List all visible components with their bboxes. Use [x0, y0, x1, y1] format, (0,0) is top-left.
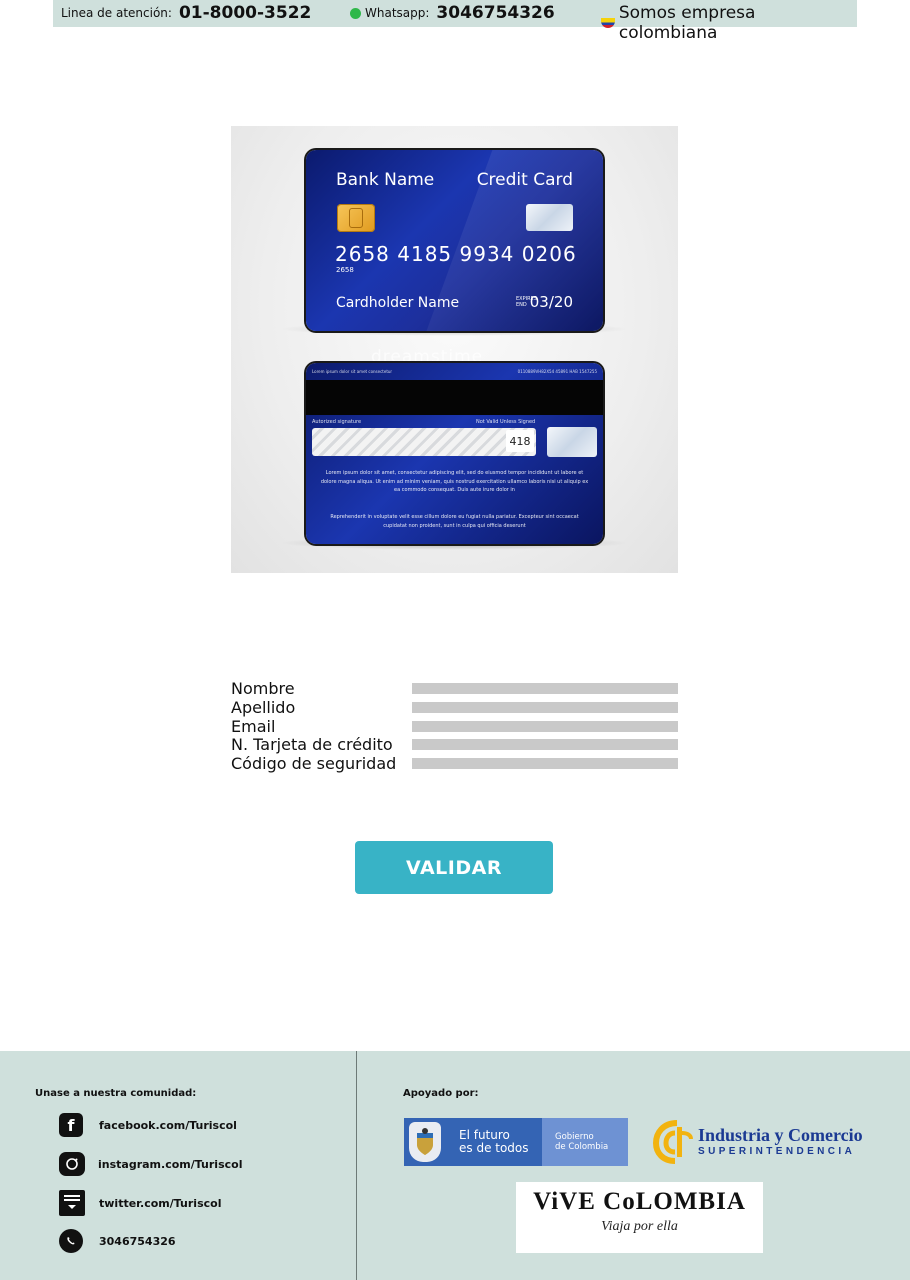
company-note: Somos empresa colombiana	[601, 3, 857, 43]
community-heading: Unase a nuestra comunidad:	[35, 1088, 197, 1099]
form-row-card-number: N. Tarjeta de crédito	[231, 736, 678, 755]
bank-name: Bank Name	[336, 170, 435, 190]
social-facebook[interactable]: f facebook.com/Turiscol	[59, 1113, 237, 1137]
form-row-apellido: Apellido	[231, 697, 678, 718]
form-row-nombre: Nombre	[231, 680, 678, 699]
card-number: 2658 4185 9934 0206	[335, 242, 577, 266]
cardholder-name: Cardholder Name	[336, 295, 460, 311]
whatsapp-icon	[59, 1229, 83, 1253]
hologram-icon-back	[547, 427, 597, 457]
card-front: Bank Name Credit Card 2658 4185 9934 020…	[306, 150, 603, 331]
security-code-label: Código de seguridad	[231, 754, 397, 773]
twitter-icon	[59, 1190, 85, 1216]
footer: Unase a nuestra comunidad: f facebook.co…	[0, 1051, 910, 1280]
form-row-email: Email	[231, 716, 678, 737]
email-input[interactable]	[412, 720, 678, 732]
card-number-label: N. Tarjeta de crédito	[231, 735, 393, 755]
whatsapp-contact: Whatsapp: 3046754326	[350, 3, 555, 23]
vive-subtitle: Viaja por ella	[601, 1219, 678, 1234]
card-small-number: 2658	[336, 266, 354, 274]
not-valid-label: Not Valid Unless Signed	[476, 419, 536, 425]
social-instagram[interactable]: instagram.com/Turiscol	[59, 1152, 242, 1176]
legal-text: Lorem ipsum dolor sit amet, consectetur …	[320, 470, 589, 493]
gov-logo-line2: es de todos	[459, 1141, 529, 1155]
chip-icon	[337, 204, 375, 232]
whatsapp-footer-number[interactable]: 3046754326	[99, 1235, 176, 1248]
gov-logo-line4: de Colombia	[555, 1142, 609, 1152]
card-number-input[interactable]	[412, 739, 678, 751]
signature-label: Autorized signature	[312, 419, 362, 425]
nombre-label: Nombre	[231, 679, 295, 698]
superintendencia-logo: Industria y Comercio SUPERINTENDENCIA	[652, 1119, 863, 1164]
apellido-input[interactable]	[412, 701, 678, 713]
back-top-right-text: 0110889VH82X54 45891 HAB 1547255	[517, 369, 597, 374]
form-row-security-code: Código de seguridad	[231, 755, 678, 774]
sic-title: Industria y Comercio	[698, 1124, 863, 1145]
facebook-link[interactable]: facebook.com/Turiscol	[99, 1119, 237, 1132]
vive-colombia-logo: ViVE CoLOMBIA Viaja por ella	[516, 1182, 763, 1253]
support-line-label: Linea de atención:	[61, 6, 172, 20]
top-bar: Linea de atención: 01-8000-3522 Whatsapp…	[53, 0, 857, 43]
gobierno-colombia-logo: El futuro es de todos Gobierno de Colomb…	[404, 1118, 628, 1166]
whatsapp-number[interactable]: 3046754326	[436, 3, 554, 23]
sic-subtitle: SUPERINTENDENCIA	[698, 1145, 856, 1157]
apellido-label: Apellido	[231, 697, 296, 717]
footer-divider	[356, 1051, 357, 1280]
card-back: Lorem ipsum dolor sit amet consectetur 0…	[306, 363, 603, 544]
validar-button[interactable]: VALIDAR	[355, 841, 553, 894]
whatsapp-icon	[350, 7, 361, 19]
nombre-input[interactable]	[412, 683, 678, 694]
card-expiry: 03/20	[529, 293, 573, 311]
gov-logo-line3: Gobierno	[555, 1132, 594, 1142]
support-line-number[interactable]: 01-8000-3522	[179, 3, 311, 23]
instagram-icon	[59, 1152, 85, 1176]
colombia-flag-icon	[601, 18, 615, 28]
facebook-icon: f	[59, 1113, 83, 1137]
security-code-input[interactable]	[412, 758, 678, 769]
instagram-link[interactable]: instagram.com/Turiscol	[98, 1158, 242, 1171]
support-heading: Apoyado por:	[403, 1088, 479, 1099]
card-type: Credit Card	[476, 170, 573, 190]
credit-card-image: Bank Name Credit Card 2658 4185 9934 020…	[231, 126, 678, 573]
social-whatsapp[interactable]: 3046754326	[59, 1229, 176, 1253]
email-label: Email	[231, 716, 276, 736]
cvv-box: 418	[506, 430, 534, 452]
twitter-link[interactable]: twitter.com/Turiscol	[99, 1197, 221, 1210]
payment-form: Nombre Apellido Email N. Tarjeta de créd…	[231, 680, 678, 774]
social-twitter[interactable]: twitter.com/Turiscol	[59, 1190, 221, 1216]
vive-title: ViVE CoLOMBIA	[533, 1188, 746, 1215]
whatsapp-label: Whatsapp:	[365, 6, 430, 20]
legal-text-2: Reprehenderit in voluptate velit esse ci…	[330, 514, 579, 529]
back-top-left-text: Lorem ipsum dolor sit amet consectetur	[312, 369, 393, 374]
hologram-icon	[526, 204, 573, 231]
signature-strip: 418	[312, 428, 536, 456]
support-line: Linea de atención: 01-8000-3522	[61, 3, 311, 23]
company-text: Somos empresa colombiana	[618, 3, 756, 43]
magnetic-stripe	[306, 380, 603, 415]
sic-mark-icon	[652, 1119, 693, 1164]
colombia-crest-icon	[409, 1122, 441, 1162]
